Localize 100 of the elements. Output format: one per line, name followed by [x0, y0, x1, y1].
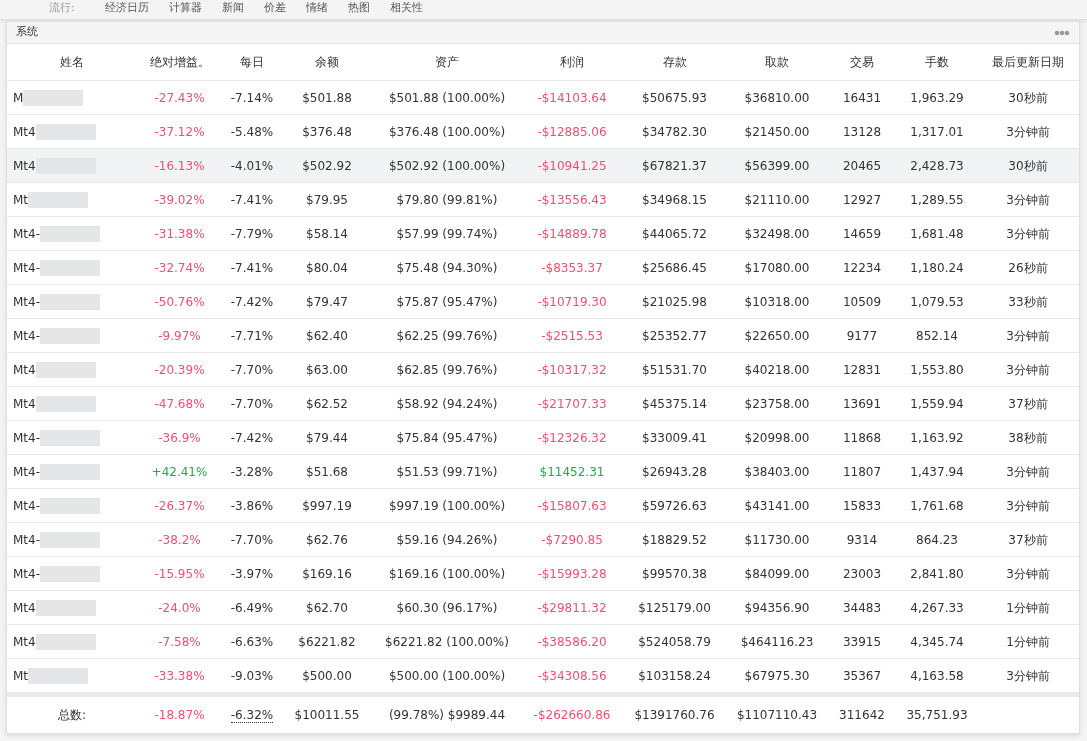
column-header: 存款 [661, 54, 688, 71]
table-cell-text: -$38586.20 [536, 633, 608, 651]
nav-link[interactable]: 情绪 [305, 2, 328, 13]
table-cell-text: -38.2% [157, 531, 202, 549]
table-cell-text: -$13556.43 [536, 191, 608, 209]
table-cell-text: 13691 [841, 395, 883, 413]
blurred-name [40, 293, 101, 310]
table-cell-text: 3分钟前 [1005, 191, 1051, 209]
table-cell-text: -$262660.86 [532, 707, 612, 724]
blurred-name [35, 633, 96, 650]
table-cell-text: -$34308.56 [536, 667, 608, 685]
table-cell-text: 12927 [841, 191, 883, 209]
table-cell-text: $21110.00 [743, 191, 811, 209]
column-header: 资产 [434, 54, 460, 71]
table-cell-text: -7.70% [229, 395, 275, 413]
table-cell-text: 12234 [841, 259, 883, 277]
table-cell-text: 1,317.01 [909, 123, 965, 141]
nav-link[interactable]: 价差 [263, 2, 286, 13]
table-cell-text: $43141.00 [743, 497, 811, 515]
table-cell-text: 3分钟前 [1005, 497, 1051, 515]
table-cell-text: Mt4- [13, 293, 41, 311]
table-cell-text: 1分钟前 [1005, 633, 1051, 651]
table-cell-text: $6221.82 (100.00%) [384, 633, 510, 651]
table-cell-text: $62.52 [305, 395, 349, 413]
table-cell-text: $10318.00 [743, 293, 811, 311]
table-cell-text: 2,428.73 [909, 157, 965, 175]
blurred-name [28, 667, 89, 684]
table-cell-text: Mt4- [13, 327, 41, 345]
nav-link[interactable]: 相关性 [389, 2, 423, 13]
table-cell-text: $11452.31 [538, 463, 606, 481]
table-cell-text: Mt [13, 667, 29, 685]
table-cell-text: $502.92 (100.00%) [387, 157, 507, 175]
table-cell-text: $36810.00 [743, 89, 811, 107]
table-cell-text: 1,761.68 [909, 497, 965, 515]
nav-label: 流行: [49, 2, 75, 13]
column-header: 利润 [559, 54, 585, 71]
table-cell-text: $21450.00 [743, 123, 811, 141]
table-cell-text: $75.84 (95.47%) [395, 429, 499, 447]
table-cell-text: 11868 [841, 429, 883, 447]
table-cell-text: -4.01% [229, 157, 275, 175]
table-cell-text: $17080.00 [743, 259, 811, 277]
table-cell-text: -7.79% [229, 225, 275, 243]
table-cell-text: $501.88 (100.00%) [387, 89, 507, 107]
table-cell-text: 20465 [841, 157, 883, 175]
table-cell-text: -9.03% [229, 667, 275, 685]
table-cell-text: $62.40 [305, 327, 349, 345]
table-cell-text: 13128 [841, 123, 883, 141]
table-cell-text: Mt [13, 191, 29, 209]
nav-link[interactable]: 计算器 [168, 2, 202, 13]
table-cell-text: -24.0% [157, 599, 202, 617]
table-cell-text: 14659 [841, 225, 883, 243]
table-cell-text: 3分钟前 [1005, 565, 1051, 583]
table-cell-text: $1107110.43 [735, 707, 819, 724]
table-cell-text: 11807 [841, 463, 883, 481]
table-cell-text: -7.58% [157, 633, 202, 651]
table-cell-text: $32498.00 [743, 225, 811, 243]
table-cell-text: Mt4- [13, 259, 41, 277]
table-cell-text: -16.13% [153, 157, 206, 175]
table-cell-text: $50675.93 [641, 89, 708, 107]
table-cell-text: 16431 [841, 89, 883, 107]
table-cell-text: -37.12% [153, 123, 206, 141]
blurred-name [35, 395, 96, 412]
table-cell-text: $79.80 (99.81%) [395, 191, 499, 209]
table-cell-text: 30秒前 [1007, 89, 1049, 107]
table-cell-text: -5.48% [229, 123, 275, 141]
table-cell-text: 23003 [841, 565, 883, 583]
table-cell-text: $997.19 (100.00%) [387, 497, 507, 515]
nav-link[interactable]: 经济日历 [104, 2, 149, 13]
table-cell-text: -$7290.85 [540, 531, 604, 549]
table-cell-text: $20998.00 [743, 429, 811, 447]
more-icon[interactable] [1054, 29, 1070, 36]
table-cell-text: 26秒前 [1007, 259, 1049, 277]
blurred-name [40, 327, 101, 344]
table-cell-text: 852.14 [915, 327, 959, 345]
table-cell-text: $6221.82 [297, 633, 357, 651]
table-cell-text: $80.04 [305, 259, 349, 277]
table-cell-text: Mt4- [13, 565, 41, 583]
table-cell-text: -3.86% [229, 497, 275, 515]
table-cell-text: Mt4- [13, 497, 41, 515]
table-cell-text: -32.74% [153, 259, 206, 277]
table-cell-text: -6.63% [229, 633, 275, 651]
table-cell-text: $63.00 [305, 361, 349, 379]
table-cell-text: 1,963.29 [909, 89, 965, 107]
table-cell-text: -$14889.78 [536, 225, 608, 243]
panel-title: 系统 [16, 24, 38, 41]
table-cell-text: 3分钟前 [1005, 667, 1051, 685]
table-cell-text: $524058.79 [637, 633, 712, 651]
table-cell-text: 1,289.55 [909, 191, 965, 209]
nav-link[interactable]: 新闻 [221, 2, 244, 13]
table-cell-text: Mt4 [13, 123, 36, 141]
table-cell-text: $58.14 [305, 225, 349, 243]
table-cell-text: +42.41% [150, 463, 209, 481]
table-cell-text: -7.41% [229, 259, 275, 277]
column-header: 姓名 [59, 54, 85, 71]
table-cell-text: -7.42% [229, 293, 275, 311]
table-cell-text: $18829.52 [641, 531, 708, 549]
table-cell-text: 30秒前 [1007, 157, 1049, 175]
table-cell-text: -$10719.30 [536, 293, 608, 311]
nav-link[interactable]: 热图 [347, 2, 370, 13]
table-cell-text: 4,267.33 [909, 599, 965, 617]
